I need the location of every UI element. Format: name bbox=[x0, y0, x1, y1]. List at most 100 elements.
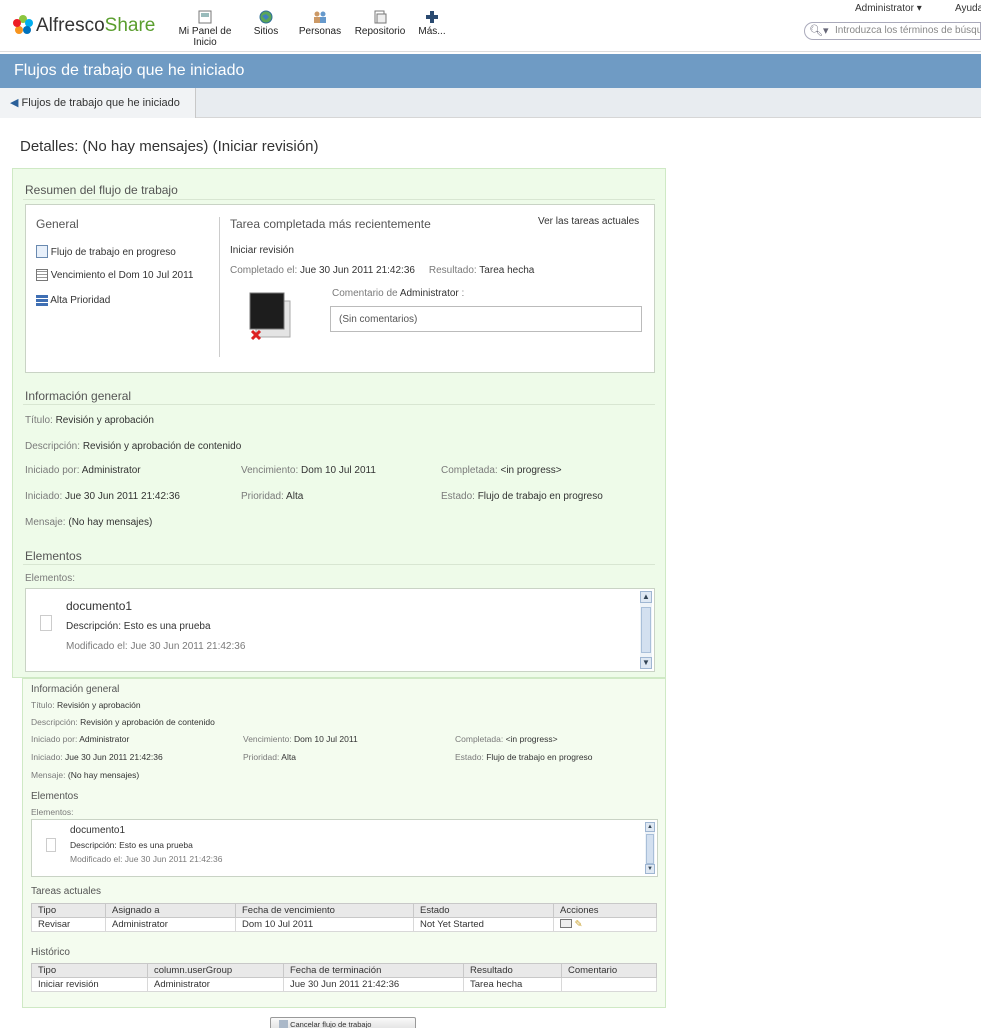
info-started-label: Iniciado: bbox=[25, 491, 63, 502]
user-menu-label: Administrator bbox=[855, 3, 914, 14]
nav-people-label: Personas bbox=[298, 26, 342, 37]
scroll-up-icon[interactable]: ▲ bbox=[640, 591, 652, 603]
task-due-date: Dom 10 Jul 2011 bbox=[235, 917, 414, 932]
document-modified-lower: Modificado el: Jue 30 Jun 2011 21:42:36 bbox=[70, 854, 223, 864]
workflow-details-panel: Resumen del flujo de trabajo General Flu… bbox=[12, 168, 666, 678]
history-table: Tipo column.userGroup Fecha de terminaci… bbox=[31, 963, 657, 992]
scroll-thumb-lower[interactable] bbox=[646, 834, 654, 864]
history-title: Histórico bbox=[31, 947, 70, 958]
col-assigned[interactable]: Asignado a bbox=[105, 903, 236, 918]
search-input[interactable]: Introduzca los términos de búsqueda bbox=[835, 25, 980, 36]
hist-col-type[interactable]: Tipo bbox=[31, 963, 148, 978]
document-modified: Modificado el: Jue 30 Jun 2011 21:42:36 bbox=[66, 641, 246, 652]
info-started-value: Jue 30 Jun 2011 21:42:36 bbox=[65, 491, 180, 502]
document-name-lower[interactable]: documento1 bbox=[70, 825, 125, 836]
info-status-label-lower: Estado: bbox=[455, 752, 484, 762]
info-started-label-lower: Iniciado: bbox=[31, 752, 63, 762]
history-header-row: Tipo column.userGroup Fecha de terminaci… bbox=[31, 963, 657, 978]
items-list: documento1 Descripción: Esto es una prue… bbox=[25, 588, 655, 672]
hist-col-result[interactable]: Resultado bbox=[463, 963, 562, 978]
document-description-lower: Descripción: Esto es una prueba bbox=[70, 840, 193, 850]
info-title-row: Título: Revisión y aprobación bbox=[25, 415, 154, 426]
info-description-label: Descripción: bbox=[25, 441, 81, 452]
user-avatar bbox=[248, 289, 294, 343]
completed-value: Jue 30 Jun 2011 21:42:36 bbox=[300, 265, 415, 276]
info-description-row-lower: Descripción: Revisión y aprobación de co… bbox=[31, 717, 215, 727]
summary-box: General Flujo de trabajo en progreso Ven… bbox=[25, 204, 655, 373]
scroll-down-icon-lower[interactable]: ▼ bbox=[645, 864, 655, 874]
result-value: Tarea hecha bbox=[479, 265, 535, 276]
info-started-row: Iniciado: Jue 30 Jun 2011 21:42:36 bbox=[25, 491, 180, 502]
nav-more-label: Más... bbox=[418, 26, 446, 37]
info-due-value: Dom 10 Jul 2011 bbox=[301, 465, 376, 476]
info-priority-row: Prioridad: Alta bbox=[241, 491, 303, 502]
info-title-value: Revisión y aprobación bbox=[55, 415, 154, 426]
scroll-down-icon[interactable]: ▼ bbox=[640, 657, 652, 669]
document-icon-lower bbox=[46, 838, 56, 852]
info-priority-value-lower: Alta bbox=[281, 752, 296, 762]
col-due-date[interactable]: Fecha de vencimiento bbox=[235, 903, 414, 918]
hist-col-end-date[interactable]: Fecha de terminación bbox=[283, 963, 464, 978]
document-name[interactable]: documento1 bbox=[66, 599, 132, 613]
cancel-workflow-button[interactable]: Cancelar flujo de trabajo bbox=[270, 1017, 416, 1028]
info-started-row-lower: Iniciado: Jue 30 Jun 2011 21:42:36 bbox=[31, 752, 163, 762]
hist-col-usergroup[interactable]: column.userGroup bbox=[147, 963, 284, 978]
current-tasks-title: Tareas actuales bbox=[31, 886, 102, 897]
task-actions: ✎ bbox=[553, 917, 657, 932]
info-status-row-lower: Estado: Flujo de trabajo en progreso bbox=[455, 752, 593, 762]
app-logo-text[interactable]: AlfrescoShare bbox=[36, 15, 155, 37]
comment-header: Comentario de Administrator : bbox=[332, 288, 464, 299]
info-status-value-lower: Flujo de trabajo en progreso bbox=[486, 752, 593, 762]
scroll-up-icon-lower[interactable]: ▲ bbox=[645, 822, 655, 832]
hist-col-comment[interactable]: Comentario bbox=[561, 963, 657, 978]
nav-dashboard[interactable]: Mi Panel de Inicio bbox=[166, 10, 244, 48]
info-started-by-row-lower: Iniciado por: Administrator bbox=[31, 734, 129, 744]
nav-dashboard-label: Mi Panel de Inicio bbox=[178, 26, 232, 48]
user-menu[interactable]: Administrator ▾ bbox=[855, 3, 922, 14]
logo-word-share: Share bbox=[104, 15, 156, 36]
hist-usergroup: Administrator bbox=[147, 977, 284, 992]
items-scrollbar[interactable]: ▲ ▼ bbox=[640, 591, 652, 669]
info-message-label-lower: Mensaje: bbox=[31, 770, 66, 780]
globe-icon bbox=[259, 10, 273, 24]
nav-sites[interactable]: Sitios bbox=[248, 10, 284, 37]
nav-more[interactable]: Más... bbox=[414, 10, 450, 37]
alfresco-logo-icon[interactable] bbox=[12, 14, 34, 36]
info-started-by-label: Iniciado por: bbox=[25, 465, 80, 476]
info-started-by-row: Iniciado por: Administrator bbox=[25, 465, 141, 476]
items-scrollbar-lower[interactable]: ▲ ▼ bbox=[645, 822, 655, 874]
info-description-value-lower: Revisión y aprobación de contenido bbox=[80, 717, 215, 727]
help-link[interactable]: Ayuda bbox=[955, 3, 981, 14]
cancel-workflow-icon bbox=[279, 1020, 288, 1028]
col-status[interactable]: Estado bbox=[413, 903, 554, 918]
search-icon[interactable]: 🔍︎▾ bbox=[809, 24, 829, 37]
info-description-label-lower: Descripción: bbox=[31, 717, 78, 727]
nav-people[interactable]: Personas bbox=[296, 10, 344, 37]
recent-task-info: Completado el: Jue 30 Jun 2011 21:42:36 … bbox=[230, 265, 534, 276]
info-message-value-lower: (No hay mensajes) bbox=[67, 770, 140, 780]
info-message-row-lower: Mensaje: (No hay mensajes) bbox=[31, 770, 139, 780]
items-label-lower: Elementos: bbox=[31, 807, 74, 817]
result-label: Resultado: bbox=[428, 265, 477, 276]
comment-box: (Sin comentarios) bbox=[330, 306, 642, 332]
info-description-value: Revisión y aprobación de contenido bbox=[82, 441, 242, 452]
due-item: Vencimiento el Dom 10 Jul 2011 bbox=[36, 269, 193, 281]
page-titlebar: Flujos de trabajo que he iniciado bbox=[0, 54, 981, 88]
col-type[interactable]: Tipo bbox=[31, 903, 106, 918]
nav-repository[interactable]: Repositorio bbox=[352, 10, 408, 37]
comment-label: Comentario de bbox=[332, 288, 398, 299]
edit-pencil-icon[interactable]: ✎ bbox=[575, 919, 583, 930]
table-row: Revisar Administrator Dom 10 Jul 2011 No… bbox=[31, 917, 657, 932]
back-link[interactable]: ◀ Flujos de trabajo que he iniciado bbox=[0, 88, 196, 118]
scroll-thumb[interactable] bbox=[641, 607, 651, 653]
logo-word-alfresco: Alfresco bbox=[36, 15, 105, 36]
view-task-icon[interactable] bbox=[560, 919, 572, 928]
search-box[interactable]: 🔍︎▾ Introduzca los términos de búsqueda bbox=[804, 22, 981, 40]
view-current-tasks-link[interactable]: Ver las tareas actuales bbox=[538, 216, 639, 227]
chevron-down-icon: ▾ bbox=[916, 3, 922, 14]
current-tasks-header-row: Tipo Asignado a Fecha de vencimiento Est… bbox=[31, 903, 657, 918]
info-completed-value: <in progress> bbox=[500, 465, 562, 476]
comment-colon: : bbox=[461, 288, 465, 299]
calendar-icon bbox=[36, 269, 48, 281]
dashboard-icon bbox=[198, 10, 212, 24]
